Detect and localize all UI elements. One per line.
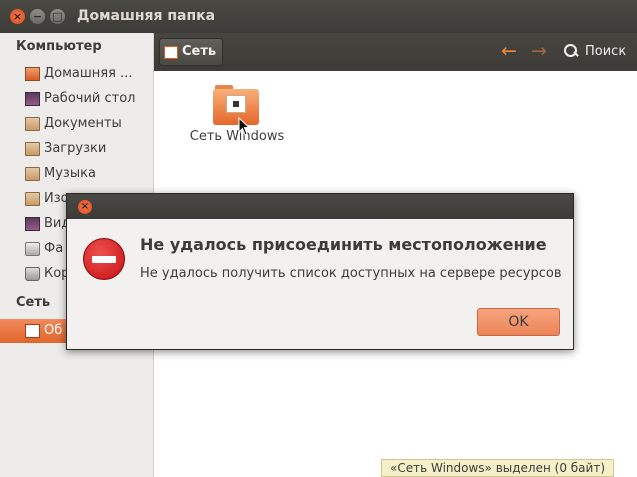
folder-icon bbox=[25, 142, 40, 156]
dialog-heading: Не удалось присоединить местоположение bbox=[140, 235, 547, 254]
sidebar-item-home[interactable]: Домашняя ... bbox=[0, 62, 153, 86]
network-icon bbox=[25, 324, 40, 338]
sidebar-item-label: Рабочий стол bbox=[44, 91, 136, 106]
sidebar-item-label: Музыка bbox=[44, 166, 96, 181]
breadcrumb-network[interactable]: Сеть bbox=[159, 38, 224, 66]
drive-icon bbox=[25, 242, 40, 256]
window-titlebar: × − □ Домашняя папка bbox=[0, 0, 637, 33]
mouse-pointer-icon bbox=[238, 117, 251, 136]
network-icon bbox=[164, 45, 178, 59]
sidebar-item-label: Загрузки bbox=[44, 141, 107, 156]
sidebar-heading-computer: Компьютер bbox=[16, 39, 102, 54]
sidebar-item-label: Документы bbox=[44, 116, 122, 131]
trash-icon bbox=[25, 267, 40, 281]
folder-icon bbox=[25, 117, 40, 131]
toolbar: Сеть ← → Поиск bbox=[154, 33, 637, 71]
dialog-message: Не удалось получить список доступных на … bbox=[140, 266, 562, 281]
video-folder-icon bbox=[25, 217, 40, 231]
sidebar-item-downloads[interactable]: Загрузки bbox=[0, 137, 153, 161]
breadcrumb-label: Сеть bbox=[182, 44, 217, 59]
sidebar-item-documents[interactable]: Документы bbox=[0, 112, 153, 136]
search-icon bbox=[563, 43, 579, 59]
ok-button[interactable]: OK bbox=[477, 308, 560, 336]
back-arrow-icon[interactable]: ← bbox=[501, 41, 517, 61]
dialog-close-button[interactable]: × bbox=[78, 200, 92, 214]
error-dialog: × Не удалось присоединить местоположение… bbox=[66, 193, 574, 350]
window-maximize-button[interactable]: □ bbox=[50, 9, 65, 24]
window-close-button[interactable]: × bbox=[10, 9, 25, 24]
music-folder-icon bbox=[25, 167, 40, 181]
status-bar: «Сеть Windows» выделен (0 байт) bbox=[381, 459, 614, 477]
error-icon bbox=[83, 238, 125, 280]
sidebar-item-music[interactable]: Музыка bbox=[0, 162, 153, 186]
search-button[interactable]: Поиск bbox=[563, 43, 626, 59]
dialog-titlebar: × bbox=[67, 194, 573, 219]
home-folder-icon bbox=[25, 67, 40, 81]
sidebar-item-label: Домашняя ... bbox=[44, 66, 133, 81]
network-folder-icon bbox=[213, 85, 261, 127]
sidebar-item-desktop[interactable]: Рабочий стол bbox=[0, 87, 153, 111]
sidebar-heading-network: Сеть bbox=[16, 295, 51, 310]
search-label: Поиск bbox=[585, 43, 627, 59]
folder-icon bbox=[25, 192, 40, 206]
file-item-windows-network[interactable]: Сеть Windows bbox=[184, 85, 290, 144]
window-minimize-button[interactable]: − bbox=[30, 9, 45, 24]
desktop-icon bbox=[25, 92, 40, 106]
forward-arrow-icon[interactable]: → bbox=[531, 41, 547, 61]
window-title: Домашняя папка bbox=[77, 8, 216, 24]
file-item-name: Сеть Windows bbox=[189, 129, 285, 144]
